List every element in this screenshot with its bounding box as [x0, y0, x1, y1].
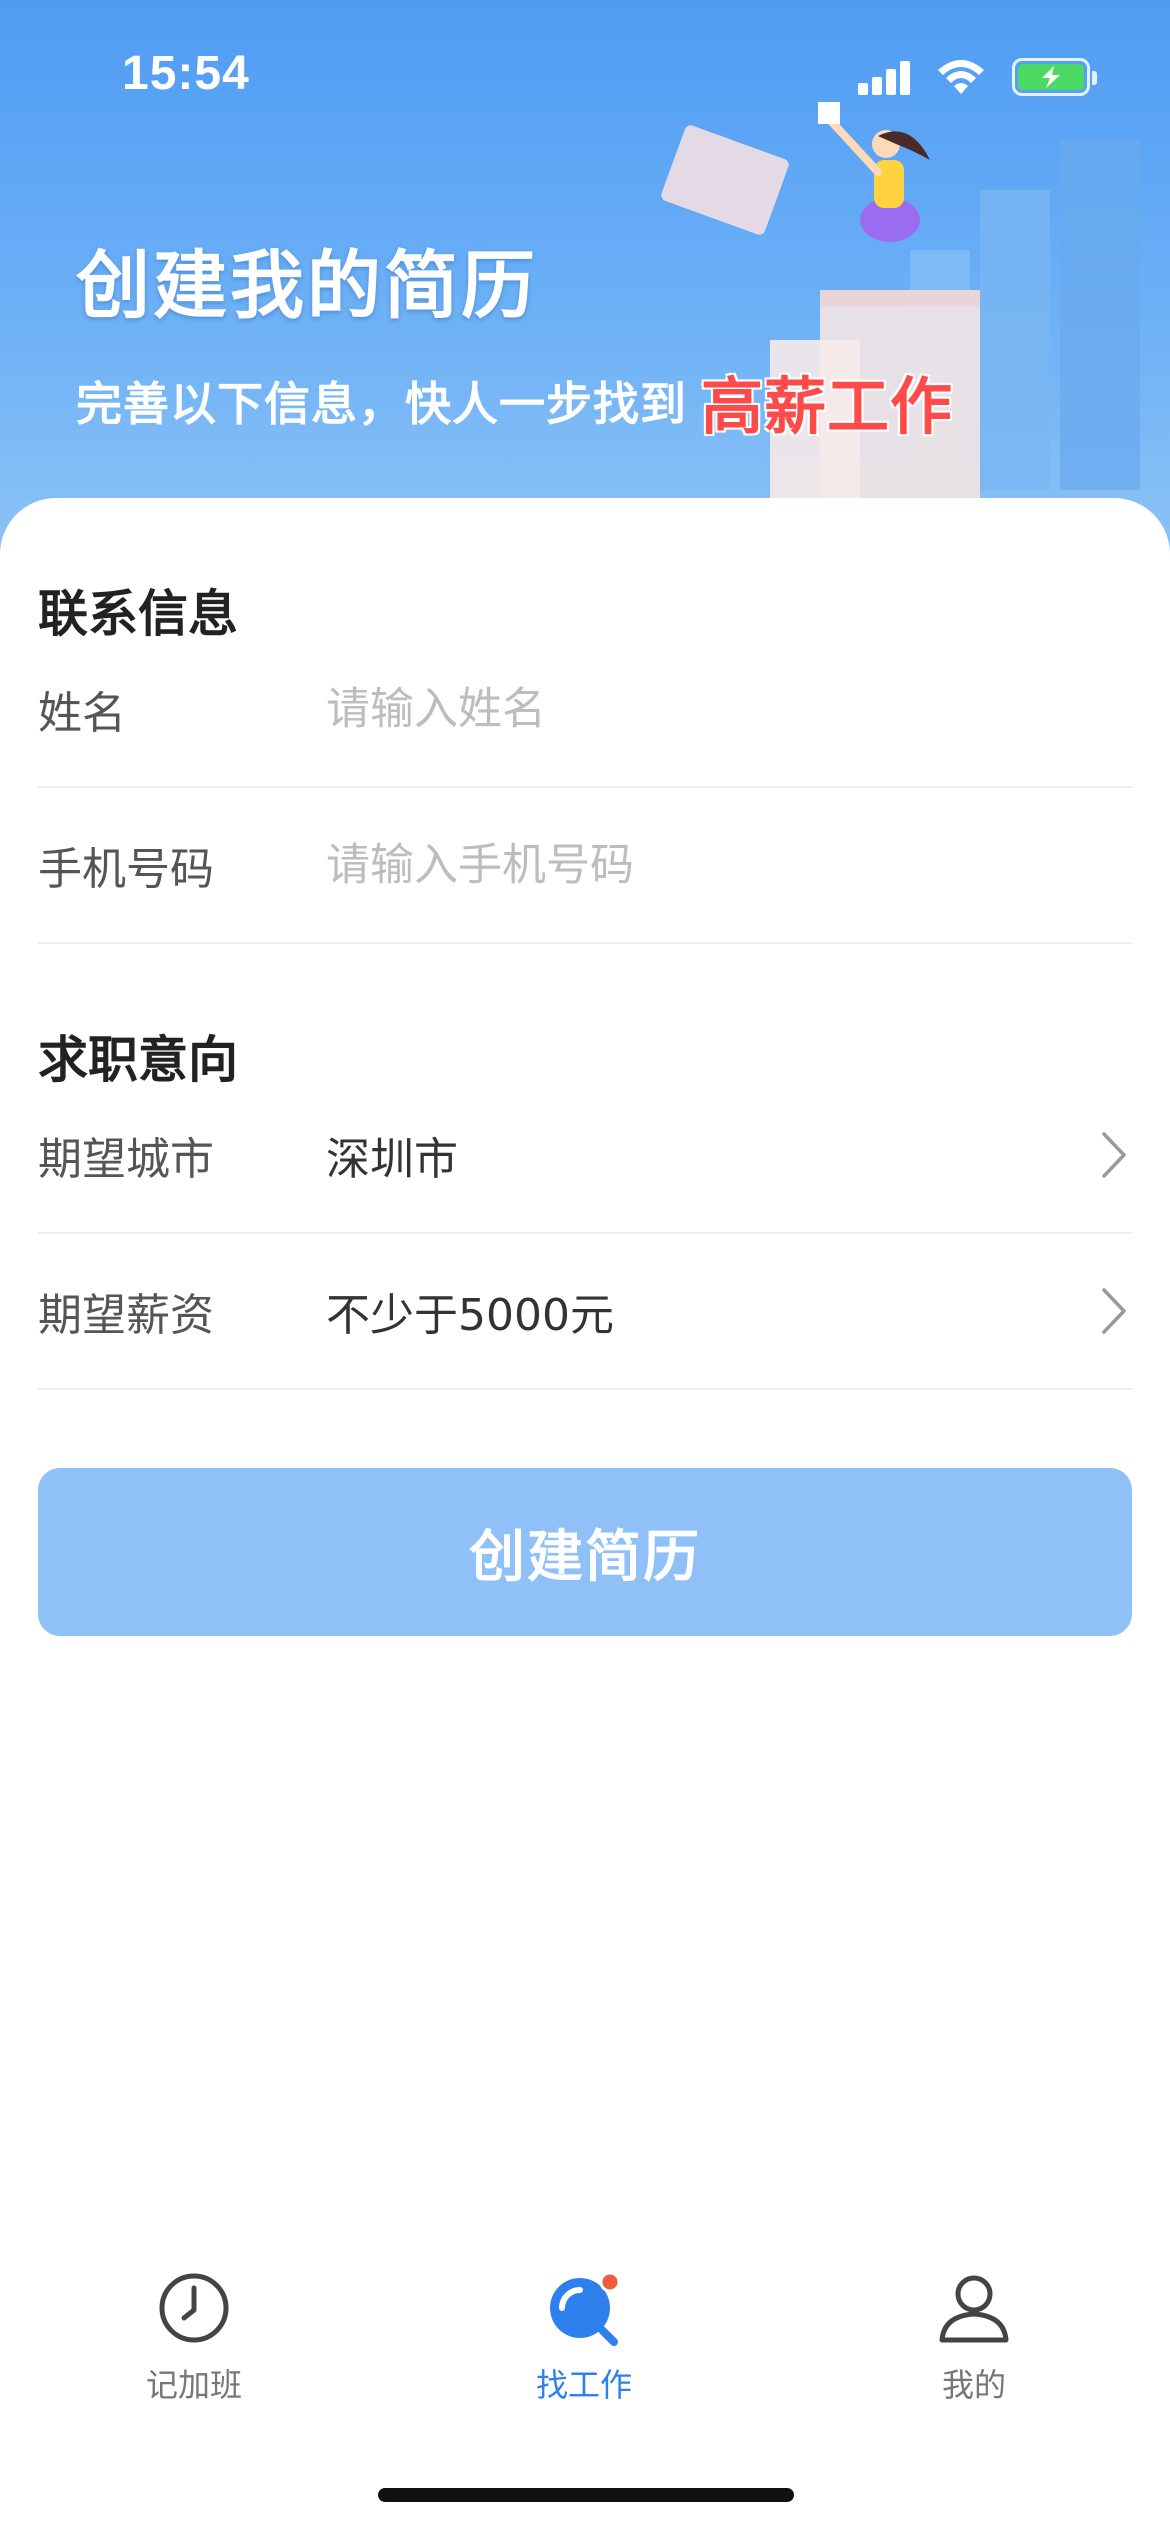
banner-subtitle-text: 完善以下信息，快人一步找到 [76, 377, 687, 431]
chevron-right-icon [1102, 1288, 1126, 1334]
tab-label: 找工作 [535, 2366, 632, 2404]
phone-label: 手机号码 [38, 844, 214, 895]
name-input[interactable] [326, 683, 1086, 735]
status-icons [858, 54, 1097, 100]
bottom-tab-bar: 记加班 找工作 我的 [0, 2270, 1170, 2450]
phone-row[interactable]: 手机号码 [38, 788, 1132, 944]
tab-record-overtime[interactable]: 记加班 [74, 2270, 314, 2406]
signal-icon [858, 59, 910, 95]
wifi-icon [938, 60, 984, 94]
name-label: 姓名 [38, 688, 126, 739]
salary-label: 期望薪资 [38, 1290, 214, 1341]
user-icon [939, 2275, 1009, 2343]
tab-label: 记加班 [145, 2366, 242, 2404]
salary-row[interactable]: 期望薪资 不少于5000元 [38, 1234, 1132, 1390]
city-value: 深圳市 [326, 1134, 458, 1185]
banner-subtitle: 完善以下信息，快人一步找到 高薪工作 [76, 356, 953, 446]
home-indicator[interactable] [378, 2488, 794, 2502]
tab-label: 我的 [941, 2366, 1006, 2404]
create-resume-button[interactable]: 创建简历 [38, 1468, 1132, 1636]
chevron-right-icon [1102, 1132, 1126, 1178]
battery-charging-icon [1012, 58, 1097, 96]
banner-highlight: 高薪工作 [701, 370, 954, 443]
city-label: 期望城市 [38, 1134, 214, 1185]
search-job-icon [550, 2271, 621, 2346]
resume-form-card: 联系信息 姓名 手机号码 求职意向 期望城市 深圳市 期望薪资 不少于5000元… [0, 498, 1170, 2532]
banner-title: 创建我的简历 [76, 243, 538, 329]
status-time: 15:54 [122, 47, 250, 100]
phone-input[interactable] [326, 839, 1086, 891]
clock-icon [159, 2273, 229, 2343]
salary-value: 不少于5000元 [326, 1290, 614, 1341]
tab-find-job[interactable]: 找工作 [464, 2270, 704, 2406]
city-row[interactable]: 期望城市 深圳市 [38, 1078, 1132, 1234]
header-banner: 15:54 创建我的简历 完善以下信息，快人一步找到 高薪工作 [0, 0, 1170, 560]
name-row[interactable]: 姓名 [38, 632, 1132, 788]
tab-mine[interactable]: 我的 [854, 2270, 1094, 2406]
